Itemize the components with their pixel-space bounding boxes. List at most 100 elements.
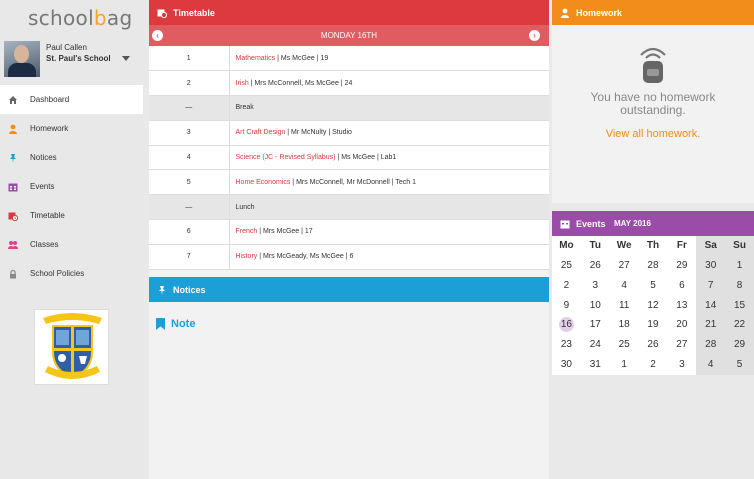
timetable-subject-link[interactable]: History bbox=[236, 253, 258, 260]
sidebar-item-label: Events bbox=[30, 182, 55, 191]
timetable-info: Break bbox=[235, 104, 254, 112]
calendar-day[interactable]: 10 bbox=[581, 296, 610, 316]
sidebar-item-label: Notices bbox=[30, 153, 57, 162]
calendar-day[interactable]: 1 bbox=[610, 355, 639, 375]
chevron-left-icon[interactable]: ‹ bbox=[152, 30, 163, 41]
right-column: Homework You have no homework outstanding… bbox=[552, 0, 754, 479]
chevron-down-icon[interactable] bbox=[122, 56, 130, 61]
sidebar-item-dashboard[interactable]: Dashboard bbox=[0, 85, 143, 114]
timetable-period: 2 bbox=[149, 70, 230, 97]
timetable-row: 6 French | Mrs McGee | 17 bbox=[149, 219, 549, 245]
calendar-day[interactable]: 26 bbox=[581, 256, 610, 276]
calendar-day[interactable]: 28 bbox=[696, 335, 726, 356]
sidebar-item-homework[interactable]: Homework bbox=[0, 114, 143, 143]
timetable-row: 5 Home Economics | Mrs McConnell, Mr McDo… bbox=[149, 169, 549, 196]
calendar-day[interactable]: 14 bbox=[696, 295, 726, 316]
calendar-day[interactable]: 27 bbox=[667, 335, 696, 355]
calendar-day[interactable]: 25 bbox=[610, 335, 639, 355]
calendar-day[interactable]: 5 bbox=[639, 276, 668, 296]
calendar-day[interactable]: 5 bbox=[725, 355, 754, 375]
calendar-day[interactable]: 4 bbox=[696, 355, 726, 375]
calendar-day[interactable]: 29 bbox=[725, 335, 754, 356]
timetable-date: MONDAY 16TH bbox=[320, 31, 378, 40]
timetable-details: Break bbox=[229, 95, 549, 121]
calendar-day[interactable]: 16 bbox=[552, 315, 581, 335]
timetable-period: 4 bbox=[149, 145, 230, 171]
calendar-weekday: Fr bbox=[676, 240, 687, 251]
sidebar: schoolbag Paul Callen St. Paul's School … bbox=[0, 0, 143, 479]
view-all-homework-link[interactable]: View all homework. bbox=[552, 128, 754, 140]
calendar-icon bbox=[8, 183, 18, 192]
calendar-day[interactable]: 17 bbox=[581, 315, 610, 335]
notices-header: Notices bbox=[149, 276, 549, 302]
timetable-subject-link[interactable]: Science (JC - Revised Syllabus) bbox=[236, 154, 336, 161]
timetable-period: 5 bbox=[149, 169, 230, 196]
calendar-day[interactable]: 3 bbox=[667, 355, 696, 375]
calendar-day[interactable]: 30 bbox=[552, 355, 581, 375]
sidebar-item-timetable[interactable]: Timetable bbox=[0, 201, 143, 230]
timetable-subject-link[interactable]: French bbox=[236, 228, 258, 235]
timetable-period: 7 bbox=[149, 244, 230, 270]
calendar-day[interactable]: 4 bbox=[610, 276, 639, 296]
calendar-day[interactable]: 24 bbox=[581, 335, 610, 355]
calendar-day[interactable]: 23 bbox=[552, 335, 581, 355]
calendar-day[interactable]: 28 bbox=[639, 256, 668, 276]
timetable-info: Lunch bbox=[235, 203, 255, 211]
timetable-period: — bbox=[149, 95, 230, 121]
chevron-right-icon[interactable]: › bbox=[529, 30, 540, 41]
timetable-table: 1 Mathematics | Ms McGee | 19 2 Irish | Mrs… bbox=[149, 46, 549, 270]
timetable-row: 4 Science (JC - Revised Syllabus) | Ms Mc… bbox=[149, 145, 549, 171]
sidebar-item-classes[interactable]: Classes bbox=[0, 230, 143, 259]
calendar-day[interactable]: 2 bbox=[552, 276, 581, 296]
calendar-day[interactable]: 12 bbox=[639, 296, 668, 316]
calendar-day[interactable]: 26 bbox=[639, 335, 668, 355]
note-link[interactable]: Note bbox=[156, 318, 195, 330]
sidebar-item-label: School Policies bbox=[30, 269, 85, 278]
calendar-day[interactable]: 13 bbox=[667, 296, 696, 316]
timetable-subject-link[interactable]: Mathematics bbox=[236, 55, 276, 62]
calendar-day[interactable]: 8 bbox=[725, 275, 754, 296]
calendar-weekday: Tu bbox=[589, 240, 602, 251]
events-calendar: Mo Tu We Th Fr Sa Su 25 26 27 28 29 30 1 2 3 4 5 6 7 8 9 10 11 1… bbox=[552, 236, 754, 375]
calendar-day[interactable]: 9 bbox=[552, 296, 581, 316]
calendar-day[interactable]: 6 bbox=[667, 276, 696, 296]
schoolbag-icon bbox=[640, 47, 666, 83]
calendar-day[interactable]: 7 bbox=[696, 275, 726, 296]
sidebar-item-label: Timetable bbox=[30, 211, 65, 220]
calendar-day[interactable]: 22 bbox=[725, 315, 754, 336]
schoolbag-logo[interactable]: schoolbag bbox=[28, 6, 132, 30]
user-menu[interactable]: Paul Callen St. Paul's School bbox=[4, 41, 143, 77]
timetable-subject-link[interactable]: Irish bbox=[236, 80, 249, 87]
homework-body: You have no homework outstanding. View al… bbox=[552, 25, 754, 203]
calendar-day[interactable]: 1 bbox=[725, 255, 754, 276]
pin-icon bbox=[10, 154, 16, 163]
sidebar-item-notices[interactable]: Notices bbox=[0, 143, 143, 172]
calendar-day[interactable]: 2 bbox=[639, 355, 668, 375]
calendar-day[interactable]: 30 bbox=[696, 255, 726, 276]
calendar-day[interactable]: 20 bbox=[667, 315, 696, 335]
timetable-row: 3 Art Craft Design | Mr McNulty | Studio bbox=[149, 120, 549, 146]
sidebar-item-events[interactable]: Events bbox=[0, 172, 143, 201]
calendar-day[interactable]: 31 bbox=[581, 355, 610, 375]
calendar-day[interactable]: 15 bbox=[725, 295, 754, 316]
calendar-day[interactable]: 29 bbox=[667, 256, 696, 276]
timetable-subject-link[interactable]: Art Craft Design bbox=[236, 129, 286, 136]
calendar-day[interactable]: 27 bbox=[610, 256, 639, 276]
calendar-day[interactable]: 3 bbox=[581, 276, 610, 296]
timetable-info: | Mrs McGeady, Ms McGee | 6 bbox=[257, 253, 354, 261]
homework-empty-message: You have no homework outstanding. bbox=[590, 90, 716, 117]
timetable-subject-link[interactable]: Home Economics bbox=[236, 179, 291, 186]
timetable-title: Timetable bbox=[173, 8, 215, 18]
calendar-day[interactable]: 11 bbox=[610, 296, 639, 316]
calendar-day[interactable]: 25 bbox=[552, 256, 581, 276]
person-icon bbox=[561, 8, 569, 18]
school-crest bbox=[34, 309, 109, 385]
calendar-day[interactable]: 18 bbox=[610, 315, 639, 335]
timetable-details: Irish | Mrs McConnell, Ms McGee | 24 bbox=[229, 70, 549, 97]
calendar-day[interactable]: 21 bbox=[696, 315, 726, 336]
timetable-row: 7 History | Mrs McGeady, Ms McGee | 6 bbox=[149, 244, 549, 270]
sidebar-item-school-policies[interactable]: School Policies bbox=[0, 259, 143, 288]
lock-icon bbox=[10, 269, 16, 279]
user-name: Paul Callen bbox=[46, 43, 87, 52]
calendar-day[interactable]: 19 bbox=[639, 315, 668, 335]
